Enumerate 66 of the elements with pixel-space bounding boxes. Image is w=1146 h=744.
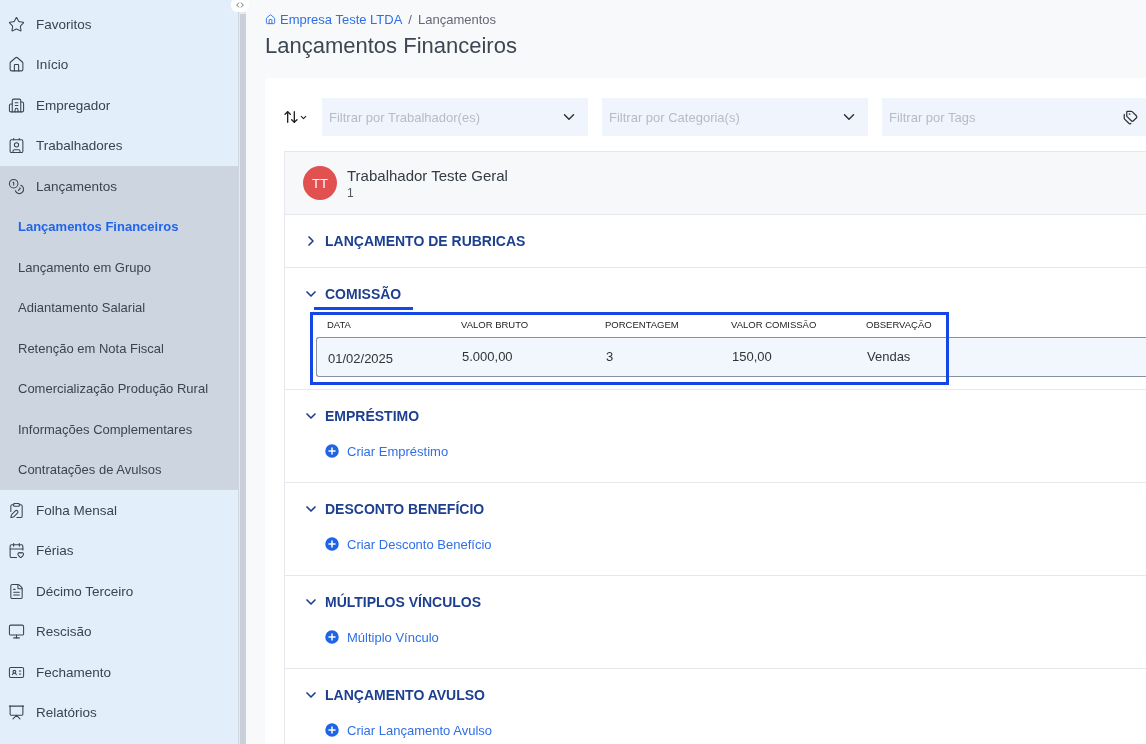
table-cell-text: Vendas bbox=[867, 348, 912, 364]
worker-name: Trabalhador Teste Geral bbox=[347, 166, 508, 184]
page-title: Lançamentos Financeiros bbox=[265, 33, 518, 59]
column-header: OBSERVAÇÃO bbox=[866, 319, 933, 330]
create-link[interactable]: Criar Lançamento Avulso bbox=[323, 721, 492, 739]
section-header[interactable]: EMPRÉSTIMO bbox=[303, 408, 420, 432]
sidebar-subitem[interactable]: Lançamentos Financeiros bbox=[0, 206, 238, 247]
section-header[interactable]: LANÇAMENTO DE RUBRICAS bbox=[303, 233, 526, 257]
section-header[interactable]: DESCONTO BENEFÍCIO bbox=[303, 501, 485, 525]
sidebar-subitem[interactable]: Lançamento em Grupo bbox=[0, 247, 238, 288]
scrollbar-thumb[interactable] bbox=[240, 14, 246, 744]
avatar: TT bbox=[303, 166, 337, 200]
sidebar-subitem[interactable]: Informações Complementares bbox=[0, 409, 238, 450]
create-link[interactable]: Criar Empréstimo bbox=[323, 442, 449, 460]
create-link[interactable]: Criar Desconto Benefício bbox=[323, 535, 492, 553]
plus-icon bbox=[323, 442, 341, 460]
chevrons-icon bbox=[235, 0, 245, 10]
breadcrumb-separator: / bbox=[408, 12, 412, 27]
sidebar-item[interactable]: Início bbox=[0, 44, 238, 85]
plus-icon bbox=[323, 535, 341, 553]
sidebar-subitem[interactable]: Adiantamento Salarial bbox=[0, 287, 238, 328]
table-cell-text: 3 bbox=[606, 348, 615, 364]
section-header[interactable]: MÚLTIPLOS VÍNCULOS bbox=[303, 594, 482, 618]
badge-icon bbox=[8, 137, 25, 155]
sidebar-item[interactable]: Folha Mensal bbox=[0, 490, 238, 531]
column-header: VALOR COMISSÃO bbox=[731, 319, 818, 330]
tags-icon bbox=[1123, 109, 1138, 125]
worker-subtitle: 1 bbox=[347, 185, 355, 200]
sidebar-item[interactable]: Fechamento bbox=[0, 652, 238, 693]
table-cell-text: 01/02/2025 bbox=[328, 351, 395, 366]
breadcrumb-link[interactable]: Empresa Teste LTDA bbox=[265, 12, 403, 27]
sidebar-item[interactable]: Férias bbox=[0, 530, 238, 571]
column-header: DATA bbox=[327, 319, 352, 330]
create-link[interactable]: Múltiplo Vínculo bbox=[323, 628, 439, 646]
plus-icon bbox=[323, 721, 341, 739]
star-icon bbox=[8, 15, 25, 33]
building-icon bbox=[8, 96, 25, 114]
home-icon bbox=[265, 14, 276, 25]
sidebar-subitem[interactable]: Retenção em Nota Fiscal bbox=[0, 328, 238, 369]
breadcrumb-item: Lançamentos bbox=[418, 12, 497, 27]
sidebar-subitem[interactable]: Comercialização Produção Rural bbox=[0, 368, 238, 409]
monitor-icon bbox=[8, 623, 25, 641]
table-cell-text: 5.000,00 bbox=[462, 348, 514, 364]
document-icon bbox=[8, 582, 25, 600]
sort-icon bbox=[283, 109, 299, 125]
sidebar-item[interactable]: Empregador bbox=[0, 85, 238, 126]
sort-button[interactable] bbox=[283, 109, 308, 125]
coins-icon bbox=[8, 177, 25, 195]
sidebar-item[interactable]: Décimo Terceiro bbox=[0, 571, 238, 612]
plus-icon bbox=[323, 628, 341, 646]
sidebar-item[interactable]: Favoritos bbox=[0, 4, 238, 45]
collapse-toggle[interactable] bbox=[231, 0, 249, 12]
sidebar-subitem[interactable]: Contratações de Avulsos bbox=[0, 449, 238, 490]
calendar-icon bbox=[8, 542, 25, 560]
column-header: PORCENTAGEM bbox=[605, 319, 680, 330]
home-icon bbox=[8, 56, 25, 74]
sidebar-item[interactable]: Lançamentos bbox=[0, 166, 238, 207]
table-cell-text: 150,00 bbox=[732, 348, 773, 364]
presentation-icon bbox=[8, 704, 25, 722]
section-header[interactable]: LANÇAMENTO AVULSO bbox=[303, 687, 485, 711]
sidebar-item[interactable]: Relatórios bbox=[0, 692, 238, 733]
column-header: VALOR BRUTO bbox=[461, 319, 530, 330]
table-row[interactable]: 01/02/2025 5.000,00 3 150,00 Vendas bbox=[316, 337, 1146, 377]
sidebar-item[interactable]: Rescisão bbox=[0, 611, 238, 652]
clipboard-icon bbox=[8, 501, 25, 519]
sidebar-item[interactable]: Trabalhadores bbox=[0, 125, 238, 166]
